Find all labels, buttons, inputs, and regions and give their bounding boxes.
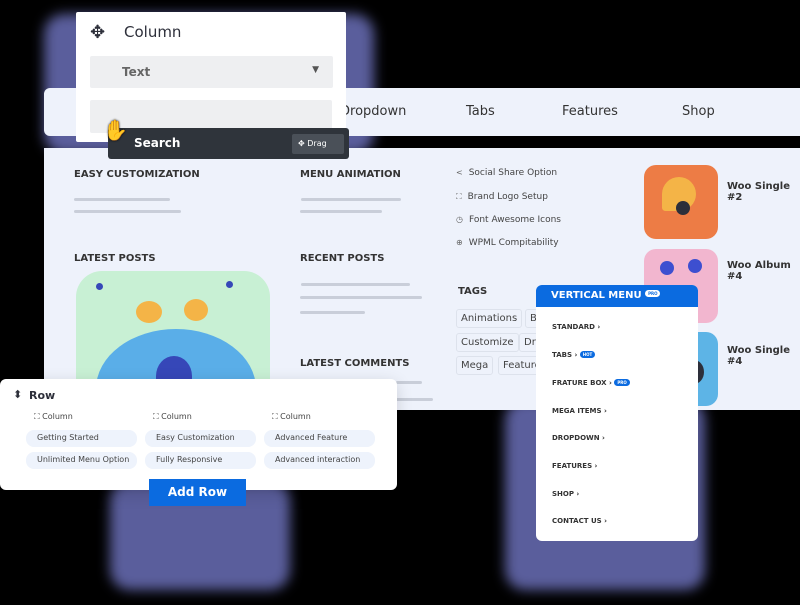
heading-easy-customization: EASY CUSTOMIZATION xyxy=(74,169,200,180)
pill[interactable]: Unlimited Menu Option xyxy=(26,452,137,469)
vertical-menu-header: VERTICAL MENU PRO xyxy=(536,285,698,307)
row-title: Row xyxy=(29,389,56,402)
vmenu-item-standard[interactable]: STANDARD › xyxy=(552,323,600,331)
vmenu-item-mega-items[interactable]: MEGA ITEMS › xyxy=(552,407,607,415)
share-icon: < xyxy=(456,168,463,177)
flag-icon: ◷ xyxy=(456,215,463,224)
heading-recent-posts: RECENT POSTS xyxy=(300,253,385,264)
column-header: ⛶ Column xyxy=(34,412,73,421)
pill[interactable]: Easy Customization xyxy=(145,430,256,447)
column-header: ⛶ Column xyxy=(272,412,311,421)
drag-handle[interactable]: ✥ Drag xyxy=(292,134,344,154)
nav-features[interactable]: Features xyxy=(562,104,618,119)
feature-social-share[interactable]: < Social Share Option xyxy=(456,168,557,178)
product-title[interactable]: Woo Single #4 xyxy=(727,345,800,367)
element-select[interactable]: Text ▼ xyxy=(90,56,333,88)
search-drag-bar[interactable]: Search ✥ Drag xyxy=(108,128,349,159)
expand-icon: ⛶ xyxy=(456,192,462,201)
pill[interactable]: Advanced interaction xyxy=(264,452,375,469)
product-title[interactable]: Woo Album #4 xyxy=(727,260,800,282)
heading-latest-comments: LATEST COMMENTS xyxy=(300,358,410,369)
vmenu-item-contact-us[interactable]: CONTACT US › xyxy=(552,517,607,525)
vertical-menu: VERTICAL MENU PRO STANDARD › TABS › HOT … xyxy=(536,285,698,541)
hand-cursor-icon: ✋ xyxy=(103,118,128,142)
tag[interactable]: Animations xyxy=(456,309,523,328)
pill[interactable]: Advanced Feature xyxy=(264,430,375,447)
expand-icon: ⛶ xyxy=(153,412,162,421)
feature-brand-logo[interactable]: ⛶ Brand Logo Setup xyxy=(456,192,548,202)
vmenu-item-dropdown[interactable]: DROPDOWN › xyxy=(552,434,605,442)
heading-latest-posts: LATEST POSTS xyxy=(74,253,156,264)
vmenu-item-shop[interactable]: SHOP › xyxy=(552,490,579,498)
nav-dropdown[interactable]: Dropdown xyxy=(340,104,406,119)
expand-icon: ⛶ xyxy=(272,412,281,421)
column-title: Column xyxy=(124,23,182,41)
feature-font-awesome[interactable]: ◷ Font Awesome Icons xyxy=(456,215,561,225)
globe-icon: ⊕ xyxy=(456,238,463,247)
vmenu-item-feature-box[interactable]: FRATURE BOX › PRO xyxy=(552,379,630,387)
expand-icon: ⛶ xyxy=(34,412,43,421)
pill[interactable]: Fully Responsive xyxy=(145,452,256,469)
vmenu-item-tabs[interactable]: TABS › HOT xyxy=(552,351,596,359)
column-header: ⛶ Column xyxy=(153,412,192,421)
tag[interactable]: Mega xyxy=(456,356,494,375)
move-icon: ✥ xyxy=(298,139,308,148)
product-title[interactable]: Woo Single #2 xyxy=(727,181,800,203)
row-panel: ⬍ Row ⛶ Column ⛶ Column ⛶ Column Getting… xyxy=(0,379,397,490)
move-icon[interactable]: ✥ xyxy=(90,22,105,43)
nav-tabs[interactable]: Tabs xyxy=(466,104,495,119)
feature-wpml[interactable]: ⊕ WPML Compitability xyxy=(456,238,559,248)
vmenu-item-features[interactable]: FEATURES › xyxy=(552,462,597,470)
product-image-woo-single-2[interactable] xyxy=(644,165,718,239)
heading-tags: TAGS xyxy=(458,286,488,297)
tag[interactable]: Customize xyxy=(456,333,519,352)
heading-menu-animation: MENU ANIMATION xyxy=(300,169,401,180)
pill[interactable]: Getting Started xyxy=(26,430,137,447)
chevron-down-icon: ▼ xyxy=(312,65,319,75)
add-row-button[interactable]: Add Row xyxy=(149,479,246,506)
nav-shop[interactable]: Shop xyxy=(682,104,715,119)
sort-icon[interactable]: ⬍ xyxy=(13,388,22,401)
